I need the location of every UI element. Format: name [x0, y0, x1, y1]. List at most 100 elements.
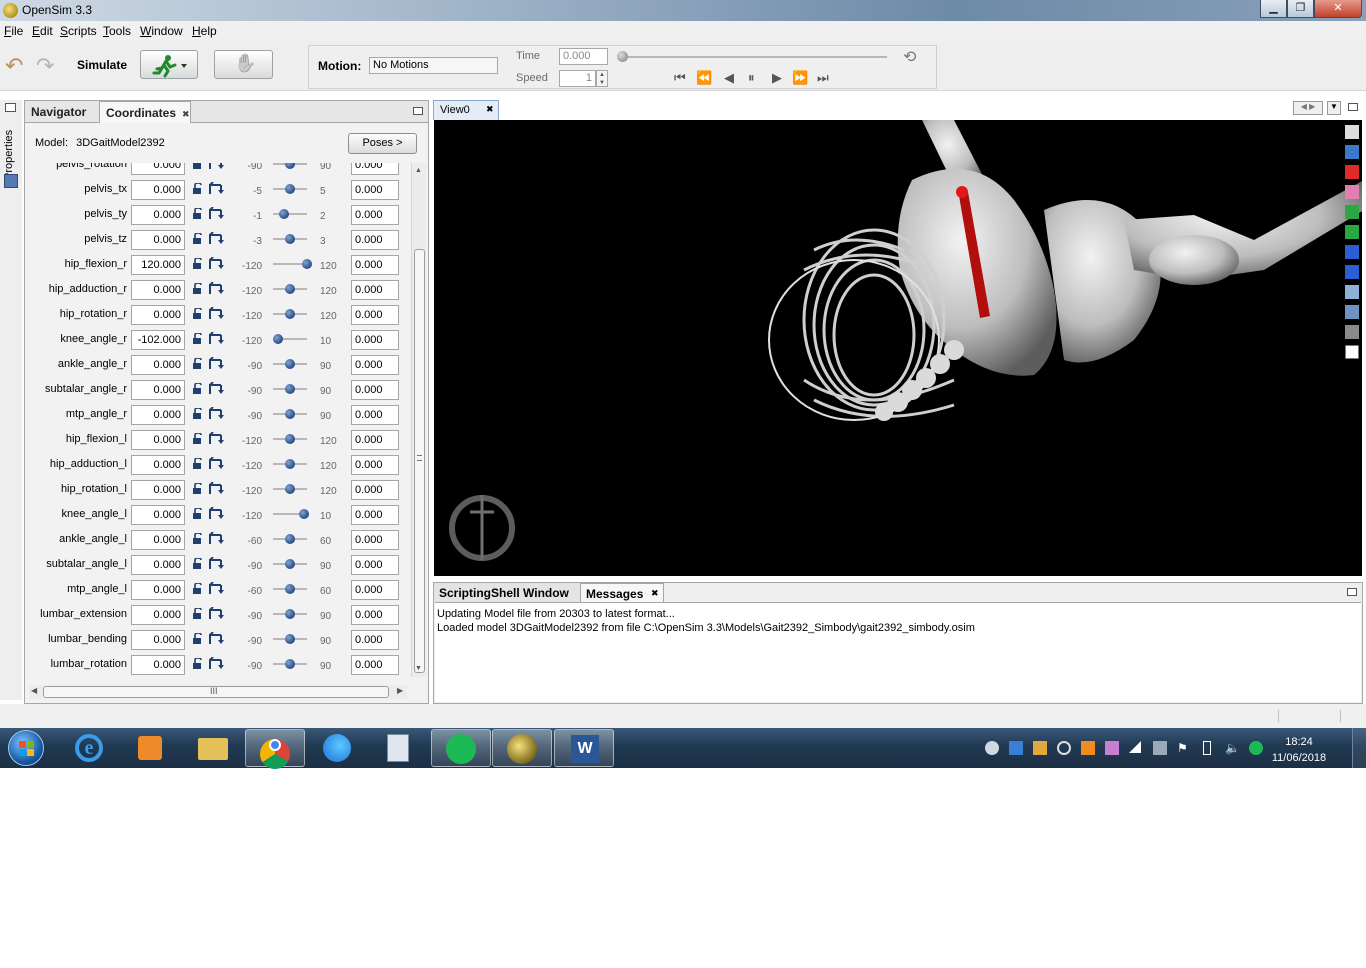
unlock-icon[interactable]: [192, 408, 204, 419]
coordinate-value-field[interactable]: 120.000: [131, 255, 185, 275]
tab-list-dropdown[interactable]: ▼: [1327, 101, 1341, 115]
coordinate-slider-knob[interactable]: [285, 434, 295, 444]
last-frame-icon[interactable]: ⏭: [817, 70, 829, 86]
time-slider-track[interactable]: [623, 56, 887, 58]
coordinate-speed-field[interactable]: 0.000: [351, 430, 399, 450]
view-right-icon[interactable]: [1345, 265, 1359, 279]
coordinate-speed-field[interactable]: 0.000: [351, 455, 399, 475]
system-clock[interactable]: 18:24 11/06/2018: [1268, 734, 1330, 766]
coordinate-value-field[interactable]: -102.000: [131, 330, 185, 350]
network-icon[interactable]: [1153, 741, 1167, 755]
pause-icon[interactable]: ⏸: [748, 70, 755, 86]
coordinate-value-field[interactable]: 0.000: [131, 205, 185, 225]
coordinate-speed-field[interactable]: 0.000: [351, 205, 399, 225]
toggle-global-frame-icon[interactable]: [1345, 125, 1359, 139]
coordinate-speed-field[interactable]: 0.000: [351, 380, 399, 400]
coordinate-slider-track[interactable]: [273, 213, 307, 215]
clamp-icon[interactable]: [208, 582, 224, 595]
coordinate-slider-knob[interactable]: [285, 359, 295, 369]
view-back-icon[interactable]: [1345, 185, 1359, 199]
taskbar-file-explorer[interactable]: [182, 729, 242, 767]
coordinate-value-field[interactable]: 0.000: [131, 455, 185, 475]
clamp-icon[interactable]: [208, 607, 224, 620]
menu-file[interactable]: File: [4, 24, 23, 38]
unlock-icon[interactable]: [192, 633, 204, 644]
pan-hand-button[interactable]: ✋: [214, 50, 273, 79]
step-back-icon[interactable]: ⏪: [696, 70, 712, 86]
clamp-icon[interactable]: [208, 163, 224, 170]
coordinate-speed-field[interactable]: 0.000: [351, 505, 399, 525]
tab-scroll-arrows[interactable]: ◀ ▶: [1293, 101, 1323, 115]
clamp-icon[interactable]: [208, 432, 224, 445]
camera-icon[interactable]: [1345, 285, 1359, 299]
clamp-icon[interactable]: [208, 507, 224, 520]
play-icon[interactable]: ▶: [772, 70, 782, 86]
motion-field[interactable]: No Motions: [369, 57, 498, 74]
coordinate-value-field[interactable]: 0.000: [131, 280, 185, 300]
restore-window-icon[interactable]: [5, 103, 16, 112]
tray-app-icon[interactable]: [1033, 741, 1047, 755]
unlock-icon[interactable]: [192, 458, 204, 469]
redo-icon[interactable]: ↷: [36, 53, 54, 79]
coordinate-speed-field[interactable]: 0.000: [351, 280, 399, 300]
menu-tools[interactable]: Tools: [103, 24, 131, 38]
unlock-icon[interactable]: [192, 333, 204, 344]
coordinate-speed-field[interactable]: 0.000: [351, 163, 399, 175]
taskbar-firefox[interactable]: [307, 729, 367, 767]
run-simulation-button[interactable]: [140, 50, 198, 79]
taskbar-calculator[interactable]: [368, 729, 428, 767]
coordinate-value-field[interactable]: 0.000: [131, 430, 185, 450]
coordinate-speed-field[interactable]: 0.000: [351, 555, 399, 575]
coordinate-value-field[interactable]: 0.000: [131, 605, 185, 625]
clamp-icon[interactable]: [208, 307, 224, 320]
undo-icon[interactable]: ↶: [5, 53, 23, 79]
coordinate-value-field[interactable]: 0.000: [131, 380, 185, 400]
unlock-icon[interactable]: [192, 608, 204, 619]
maximize-button[interactable]: ❐: [1287, 0, 1314, 18]
axes-icon[interactable]: [1345, 145, 1359, 159]
taskbar-spotify[interactable]: [431, 729, 491, 767]
coordinate-speed-field[interactable]: 0.000: [351, 255, 399, 275]
record-movie-icon[interactable]: [1345, 305, 1359, 319]
clamp-icon[interactable]: [208, 232, 224, 245]
clamp-icon[interactable]: [208, 657, 224, 670]
coordinate-speed-field[interactable]: 0.000: [351, 305, 399, 325]
clamp-icon[interactable]: [208, 207, 224, 220]
clamp-icon[interactable]: [208, 532, 224, 545]
properties-side-tab[interactable]: Properties: [3, 120, 15, 180]
plot-icon[interactable]: [1345, 345, 1359, 359]
tab-navigator[interactable]: Navigator: [25, 101, 99, 123]
close-view-icon[interactable]: ✖: [486, 104, 494, 115]
coordinate-speed-field[interactable]: 0.000: [351, 405, 399, 425]
first-frame-icon[interactable]: ⏮: [674, 70, 686, 86]
clamp-icon[interactable]: [208, 407, 224, 420]
unlock-icon[interactable]: [192, 358, 204, 369]
speed-field[interactable]: 1: [559, 70, 596, 87]
step-forward-icon[interactable]: ⏩: [792, 70, 808, 86]
maximize-view-icon[interactable]: [1348, 103, 1358, 111]
unlock-icon[interactable]: [192, 208, 204, 219]
unlock-icon[interactable]: [192, 283, 204, 294]
scroll-left-icon[interactable]: ◀: [31, 686, 37, 695]
unlock-icon[interactable]: [192, 508, 204, 519]
coordinate-slider-knob[interactable]: [285, 309, 295, 319]
clamp-icon[interactable]: [208, 482, 224, 495]
coordinate-slider-knob[interactable]: [285, 534, 295, 544]
coordinate-slider-knob[interactable]: [272, 334, 283, 344]
signal-icon[interactable]: [1129, 741, 1141, 753]
coordinate-value-field[interactable]: 0.000: [131, 480, 185, 500]
unlock-icon[interactable]: [192, 483, 204, 494]
coordinate-value-field[interactable]: 0.000: [131, 630, 185, 650]
3d-model-view[interactable]: [434, 120, 1362, 576]
coordinate-speed-field[interactable]: 0.000: [351, 480, 399, 500]
coordinate-value-field[interactable]: 0.000: [131, 405, 185, 425]
fit-to-window-icon[interactable]: [1345, 325, 1359, 339]
taskbar-word[interactable]: W: [554, 729, 614, 767]
coordinate-slider-knob[interactable]: [299, 509, 310, 519]
poses-button[interactable]: Poses >: [348, 133, 417, 154]
coordinate-speed-field[interactable]: 0.000: [351, 530, 399, 550]
taskbar-chrome[interactable]: [245, 729, 305, 769]
start-button[interactable]: [8, 730, 44, 766]
loop-icon[interactable]: ⟲: [903, 47, 916, 67]
unlock-icon[interactable]: [192, 658, 204, 669]
